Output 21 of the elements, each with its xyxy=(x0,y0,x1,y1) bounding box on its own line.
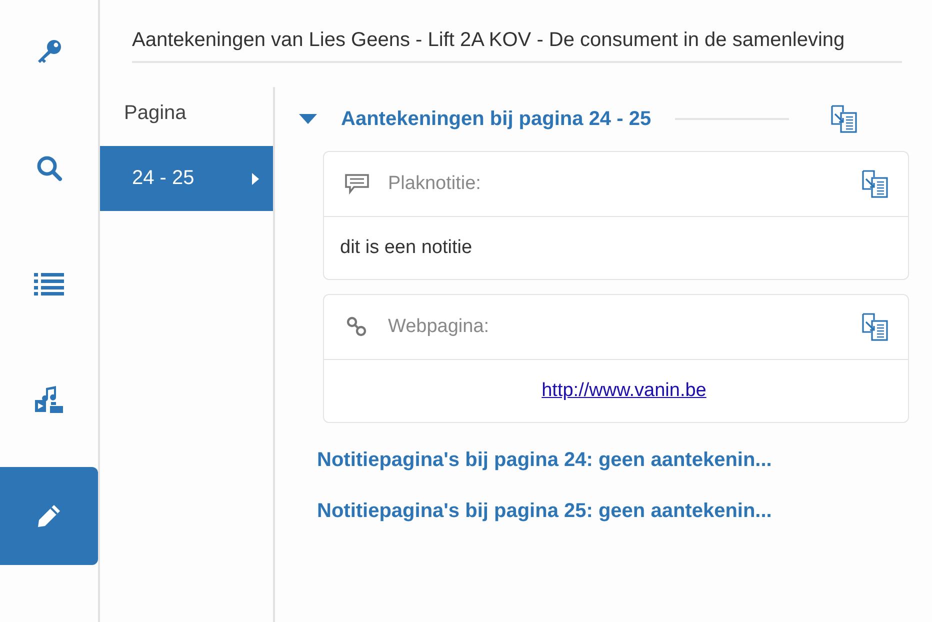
web-link[interactable]: http://www.vanin.be xyxy=(542,380,706,402)
expand-icon[interactable] xyxy=(299,114,317,124)
column-heading: Pagina xyxy=(123,101,188,126)
media-icon xyxy=(34,386,64,414)
export-icon[interactable] xyxy=(860,312,890,342)
export-icon[interactable] xyxy=(829,104,860,134)
caret-icon xyxy=(252,172,259,184)
pencil-icon xyxy=(35,502,63,530)
search-icon xyxy=(35,154,63,182)
sidebar-button[interactable] xyxy=(0,467,98,565)
note-label: Webpagina: xyxy=(388,316,490,338)
note-text: dit is een notitie xyxy=(340,237,472,259)
note-page-link[interactable]: Notitiepagina's bij pagina 24: geen aantekenin... xyxy=(317,449,910,472)
export-icon[interactable] xyxy=(860,169,890,199)
note-page-link[interactable]: Notitiepagina's bij pagina 25: geen aantekenin... xyxy=(317,500,910,523)
note-label: Plaknotitie: xyxy=(388,173,482,195)
window-title: Aantekeningen van Lies Geens - Lift 2A KOV - De consument in de samenleving xyxy=(132,26,902,63)
list-icon xyxy=(34,272,64,296)
page-item[interactable]: 24 - 25 xyxy=(100,146,273,211)
section-heading[interactable]: Aantekeningen bij pagina 24 - 25 xyxy=(341,108,652,130)
comment-icon xyxy=(344,173,370,195)
